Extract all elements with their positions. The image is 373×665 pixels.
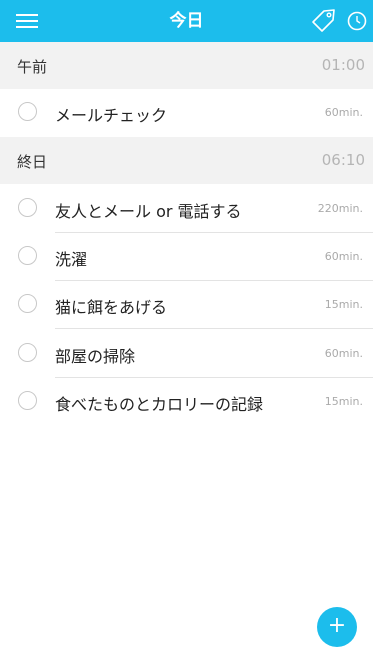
- task-row[interactable]: 食べたものとカロリーの記録 15min.: [0, 378, 373, 426]
- task-checkbox[interactable]: [18, 294, 37, 313]
- plus-icon: +: [327, 613, 347, 638]
- task-row[interactable]: メールチェック 60min.: [0, 89, 373, 137]
- clock-icon[interactable]: [344, 8, 370, 36]
- task-name: 猫に餌をあげる: [55, 298, 168, 317]
- task-name: 食べたものとカロリーの記録: [55, 395, 264, 414]
- task-row[interactable]: 洗濯 60min.: [0, 233, 373, 281]
- task-checkbox[interactable]: [18, 102, 37, 121]
- app-header: 今日: [0, 0, 373, 42]
- task-duration: 60min.: [324, 106, 363, 119]
- section-label: 終日: [17, 153, 48, 171]
- task-name: 洗濯: [55, 250, 88, 269]
- task-duration: 60min.: [324, 250, 363, 263]
- task-checkbox[interactable]: [18, 391, 37, 410]
- task-duration: 220min.: [317, 202, 363, 215]
- section-label: 午前: [17, 58, 48, 76]
- tag-icon[interactable]: [308, 6, 338, 36]
- section-total-time: 06:10: [321, 151, 365, 169]
- add-task-button[interactable]: +: [317, 607, 357, 647]
- section-header-allday: 終日 06:10: [0, 137, 373, 184]
- task-checkbox[interactable]: [18, 246, 37, 265]
- section-header-morning: 午前 01:00: [0, 42, 373, 89]
- task-row[interactable]: 友人とメール or 電話する 220min.: [0, 185, 373, 233]
- task-duration: 60min.: [324, 347, 363, 360]
- task-name: 友人とメール or 電話する: [55, 202, 242, 221]
- task-duration: 15min.: [324, 298, 363, 311]
- task-name: メールチェック: [55, 106, 168, 125]
- task-name: 部屋の掃除: [55, 347, 136, 366]
- task-row[interactable]: 猫に餌をあげる 15min.: [0, 281, 373, 329]
- task-checkbox[interactable]: [18, 343, 37, 362]
- task-checkbox[interactable]: [18, 198, 37, 217]
- row-divider: [55, 328, 373, 329]
- task-row[interactable]: 部屋の掃除 60min.: [0, 330, 373, 378]
- section-total-time: 01:00: [321, 56, 365, 74]
- task-duration: 15min.: [324, 395, 363, 408]
